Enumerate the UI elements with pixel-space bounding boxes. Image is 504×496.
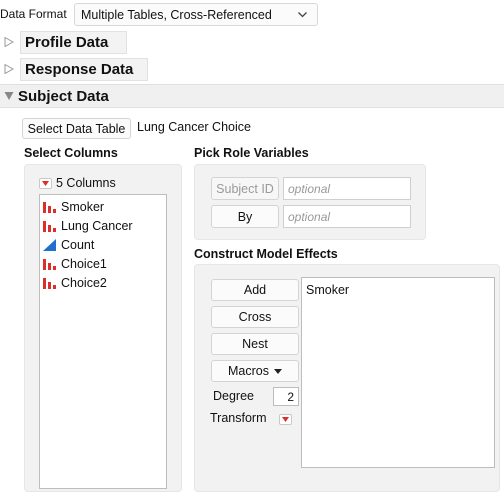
disclosure-expanded-icon bbox=[4, 92, 14, 100]
column-label: Smoker bbox=[61, 199, 105, 214]
select-columns-title: Select Columns bbox=[24, 146, 118, 160]
data-format-dropdown[interactable]: Multiple Tables, Cross-Referenced bbox=[74, 3, 318, 26]
dropdown-arrow-icon bbox=[273, 368, 282, 374]
column-item-smoker[interactable]: Smoker bbox=[43, 197, 163, 216]
degree-label: Degree bbox=[213, 389, 254, 403]
column-item-lung-cancer[interactable]: Lung Cancer bbox=[43, 216, 163, 235]
pick-role-panel: Subject ID optional By optional bbox=[194, 164, 426, 240]
column-label: Choice1 bbox=[61, 256, 107, 271]
effect-item-smoker[interactable]: Smoker bbox=[306, 281, 490, 298]
by-button[interactable]: By bbox=[211, 205, 279, 228]
cross-button[interactable]: Cross bbox=[211, 306, 299, 328]
by-input[interactable]: optional bbox=[283, 205, 411, 228]
nominal-icon bbox=[43, 259, 56, 270]
profile-data-header[interactable]: Profile Data bbox=[0, 30, 127, 54]
select-columns-panel: 5 Columns Smoker Lung Cancer Count Choic… bbox=[24, 164, 182, 492]
data-format-value: Multiple Tables, Cross-Referenced bbox=[81, 7, 272, 22]
construct-model-effects-title: Construct Model Effects bbox=[194, 247, 338, 261]
degree-input[interactable]: 2 bbox=[273, 387, 299, 406]
column-item-choice1[interactable]: Choice1 bbox=[43, 254, 163, 273]
column-label: Choice2 bbox=[61, 275, 107, 290]
model-effects-list[interactable]: Smoker bbox=[301, 277, 495, 468]
construct-model-effects-panel: Add Cross Nest Macros Degree 2 Transform… bbox=[194, 264, 500, 492]
columns-menu-button[interactable] bbox=[39, 177, 52, 189]
response-data-header[interactable]: Response Data bbox=[0, 57, 148, 81]
transform-label: Transform bbox=[210, 411, 267, 425]
response-data-title: Response Data bbox=[20, 57, 148, 81]
column-label: Count bbox=[61, 237, 95, 252]
macros-button[interactable]: Macros bbox=[211, 360, 299, 382]
continuous-icon bbox=[43, 239, 56, 251]
nest-button[interactable]: Nest bbox=[211, 333, 299, 355]
add-button[interactable]: Add bbox=[211, 279, 299, 301]
chevron-down-icon bbox=[298, 12, 307, 18]
data-format-label: Data Format bbox=[0, 7, 67, 21]
column-item-count[interactable]: Count bbox=[43, 235, 163, 254]
nominal-icon bbox=[43, 202, 56, 213]
red-triangle-icon bbox=[282, 417, 289, 422]
disclosure-collapsed-icon bbox=[4, 37, 14, 47]
red-triangle-icon bbox=[42, 180, 49, 186]
data-table-name: Lung Cancer Choice bbox=[137, 120, 251, 134]
subject-data-header[interactable]: Subject Data bbox=[0, 84, 504, 108]
select-data-table-button[interactable]: Select Data Table bbox=[22, 118, 131, 139]
column-label: Lung Cancer bbox=[61, 218, 133, 233]
nominal-icon bbox=[43, 221, 56, 232]
columns-list[interactable]: Smoker Lung Cancer Count Choice1 Choice2 bbox=[39, 194, 167, 489]
disclosure-collapsed-icon bbox=[4, 64, 14, 74]
subject-id-button[interactable]: Subject ID bbox=[211, 177, 279, 200]
subject-id-input[interactable]: optional bbox=[283, 177, 411, 200]
pick-role-title: Pick Role Variables bbox=[194, 146, 309, 160]
nominal-icon bbox=[43, 278, 56, 289]
column-item-choice2[interactable]: Choice2 bbox=[43, 273, 163, 292]
macros-label: Macros bbox=[228, 364, 269, 378]
transform-menu-button[interactable] bbox=[279, 414, 292, 425]
effect-label: Smoker bbox=[306, 282, 350, 297]
subject-data-title: Subject Data bbox=[18, 87, 109, 105]
profile-data-title: Profile Data bbox=[20, 30, 127, 54]
column-count: 5 Columns bbox=[56, 176, 116, 190]
